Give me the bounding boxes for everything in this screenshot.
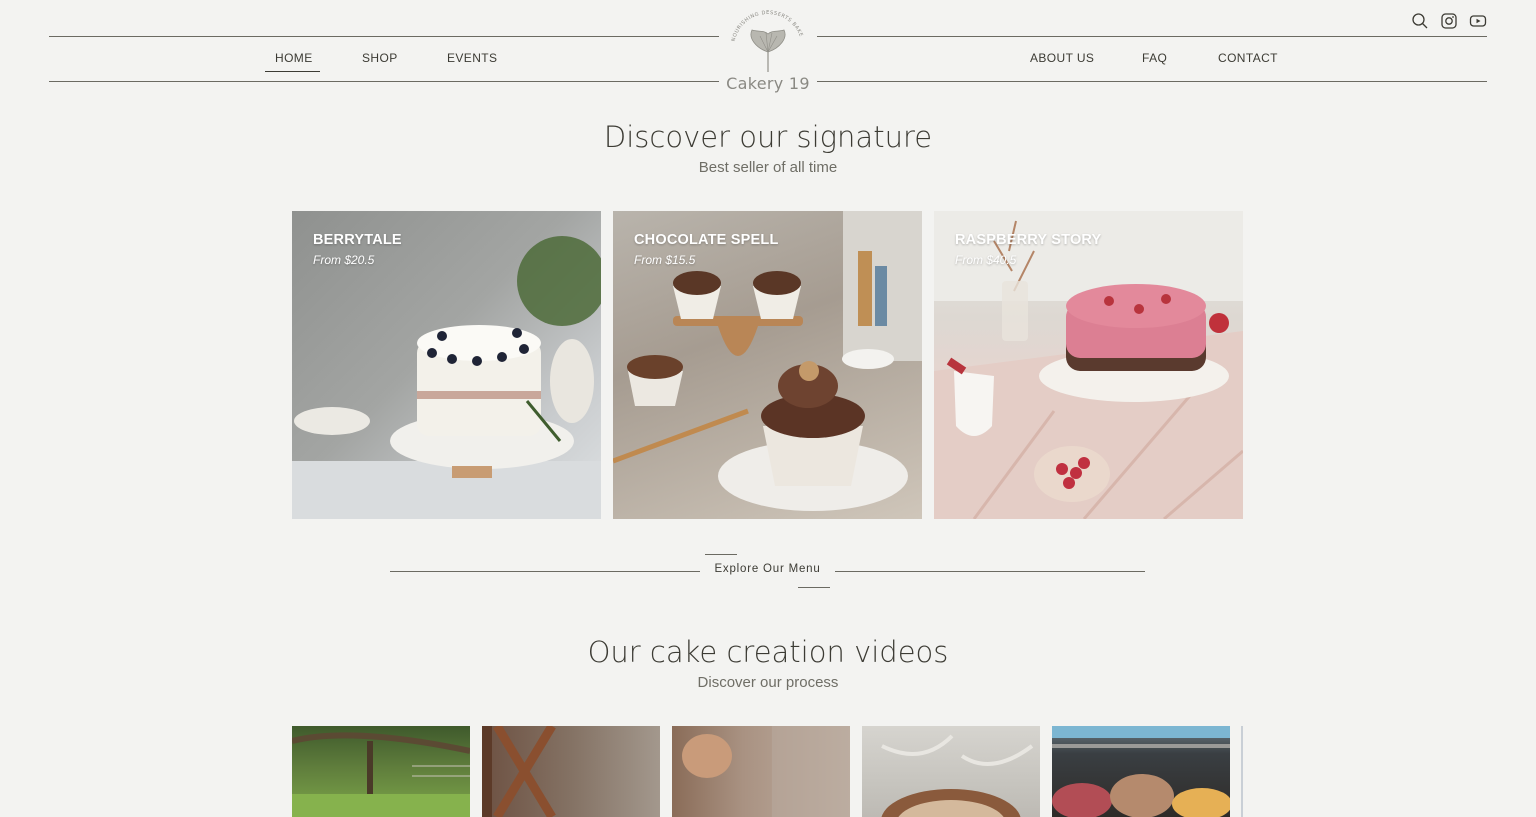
instagram-icon[interactable] bbox=[1440, 12, 1458, 30]
video-thumbnail[interactable] bbox=[1052, 726, 1230, 817]
video-thumbnail[interactable] bbox=[672, 726, 850, 817]
product-name: RASPBERRY STORY bbox=[955, 232, 1102, 248]
header-bottom-line-right bbox=[817, 81, 1487, 82]
video-thumbnail[interactable] bbox=[862, 726, 1040, 817]
nav-contact[interactable]: CONTACT bbox=[1218, 51, 1278, 65]
nav-home[interactable]: HOME bbox=[275, 51, 313, 65]
product-card-berrytale[interactable]: BERRYTALE From $20.5 bbox=[292, 211, 601, 519]
logo-text: Cakery 19 bbox=[726, 74, 810, 93]
nav-about-us[interactable]: ABOUT US bbox=[1030, 51, 1094, 65]
videos-title: Our cake creation videos bbox=[587, 635, 949, 669]
explore-accent-top bbox=[705, 554, 737, 555]
explore-accent-bottom bbox=[798, 587, 830, 588]
product-price: From $40.5 bbox=[955, 253, 1017, 267]
signature-subtitle: Best seller of all time bbox=[698, 159, 838, 176]
youtube-icon[interactable] bbox=[1469, 12, 1487, 30]
logo[interactable]: NOURISHING DESSERTS BAKE Cakery 19 bbox=[720, 8, 816, 98]
signature-title: Discover our signature bbox=[603, 120, 933, 154]
header-top-line bbox=[49, 36, 719, 37]
product-card-raspberry-story[interactable]: RASPBERRY STORY From $40.5 bbox=[934, 211, 1243, 519]
nav-events[interactable]: EVENTS bbox=[447, 51, 497, 65]
videos-subtitle: Discover our process bbox=[697, 674, 839, 691]
explore-line-left bbox=[390, 571, 700, 572]
header-top-line-right bbox=[817, 36, 1487, 37]
video-carousel-edge bbox=[1241, 726, 1243, 817]
search-icon[interactable] bbox=[1411, 12, 1429, 30]
video-thumbnail[interactable] bbox=[482, 726, 660, 817]
nav-active-underline bbox=[265, 71, 320, 72]
product-name: BERRYTALE bbox=[313, 232, 402, 248]
product-name: CHOCOLATE SPELL bbox=[634, 232, 779, 248]
product-price: From $20.5 bbox=[313, 253, 375, 267]
video-thumbnail[interactable] bbox=[292, 726, 470, 817]
ginkgo-leaf-icon: NOURISHING DESSERTS BAKE bbox=[731, 10, 803, 72]
explore-line-right bbox=[835, 571, 1145, 572]
nav-shop[interactable]: SHOP bbox=[362, 51, 398, 65]
nav-faq[interactable]: FAQ bbox=[1142, 51, 1167, 65]
product-card-chocolate-spell[interactable]: CHOCOLATE SPELL From $15.5 bbox=[613, 211, 922, 519]
explore-menu-button[interactable]: Explore Our Menu bbox=[700, 563, 835, 575]
header-bottom-line bbox=[49, 81, 719, 82]
product-price: From $15.5 bbox=[634, 253, 696, 267]
